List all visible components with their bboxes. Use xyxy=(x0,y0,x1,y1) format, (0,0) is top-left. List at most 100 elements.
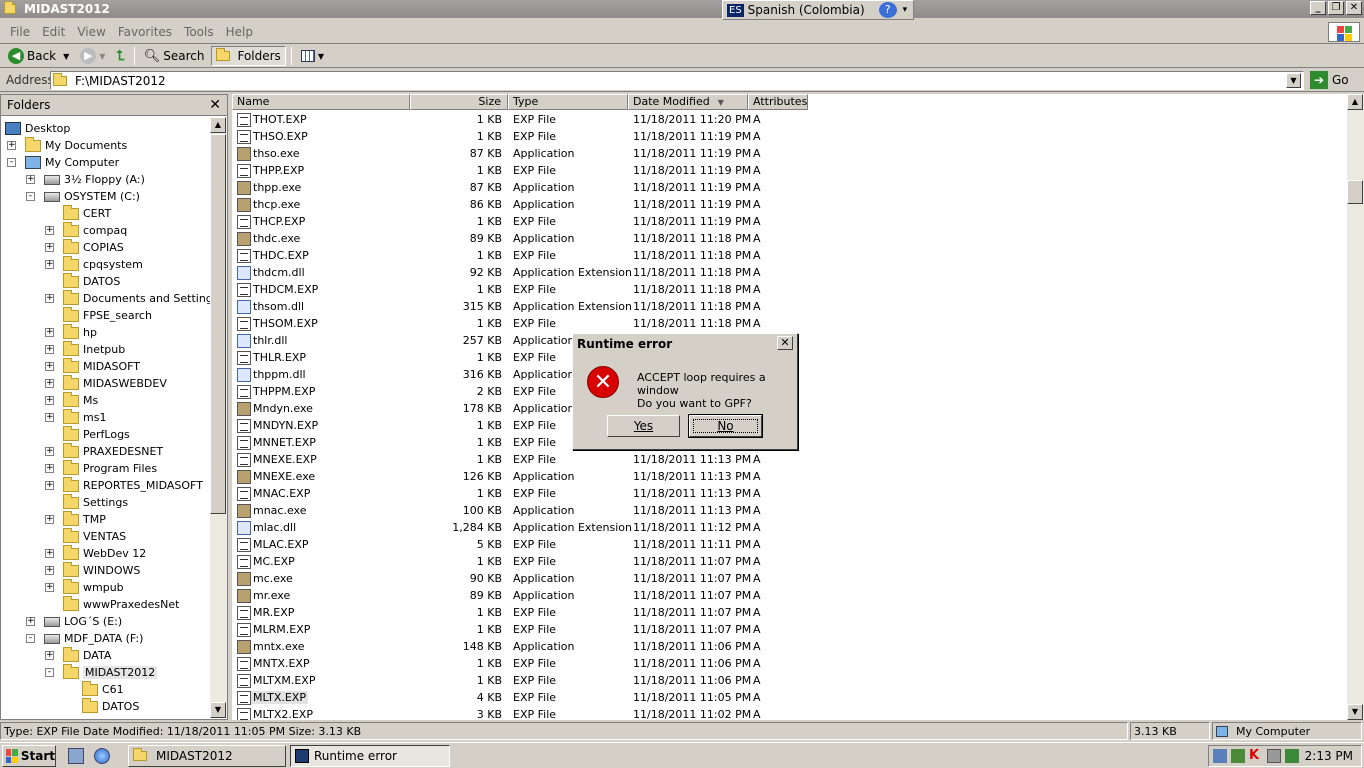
file-row[interactable]: MNEXE.exe 126 KB Application 11/18/2011 11:… xyxy=(232,468,1346,485)
tree-item[interactable]: + TMP xyxy=(45,510,106,528)
tree-item[interactable]: + Documents and Settings xyxy=(45,289,210,307)
file-row[interactable]: THPP.EXP 1 KB EXP File 11/18/2011 11:19 PM A xyxy=(232,162,1346,179)
close-button[interactable]: ✕ xyxy=(1346,1,1362,15)
file-row[interactable]: THSO.EXP 1 KB EXP File 11/18/2011 11:19 PM A xyxy=(232,128,1346,145)
back-dropdown-icon[interactable]: ▼ xyxy=(63,52,69,61)
folders-scrollbar[interactable]: ▲ ▼ xyxy=(210,117,227,718)
language-name[interactable]: Spanish (Colombia) xyxy=(748,3,865,17)
no-button[interactable]: No xyxy=(688,414,763,438)
file-row[interactable]: MNTX.EXP 1 KB EXP File 11/18/2011 11:06 PM A xyxy=(232,655,1346,672)
tree-item[interactable]: + MIDASOFT xyxy=(45,357,140,375)
tree-item[interactable]: - My Computer xyxy=(7,154,119,171)
views-button[interactable]: ▼ xyxy=(297,46,328,66)
file-row[interactable]: MR.EXP 1 KB EXP File 11/18/2011 11:07 PM A xyxy=(232,604,1346,621)
tree-item[interactable]: + cpqsystem xyxy=(45,255,143,273)
scroll-down-icon[interactable]: ▼ xyxy=(1347,704,1363,720)
expand-icon[interactable]: + xyxy=(45,243,54,252)
tree-item[interactable]: + compaq xyxy=(45,221,127,239)
file-row[interactable]: thdc.exe 89 KB Application 11/18/2011 11:18… xyxy=(232,230,1346,247)
collapse-icon[interactable]: - xyxy=(26,634,35,643)
tree-item[interactable]: +3½ Floppy (A:) xyxy=(26,171,145,188)
collapse-icon[interactable]: - xyxy=(7,158,16,167)
tree-item[interactable]: + My Documents xyxy=(7,136,127,154)
expand-icon[interactable]: + xyxy=(45,481,54,490)
back-button[interactable]: ◀ Back ▼ xyxy=(4,46,73,66)
file-row[interactable]: MLTXM.EXP 1 KB EXP File 11/18/2011 11:06 PM… xyxy=(232,672,1346,689)
menu-tools[interactable]: Tools xyxy=(178,25,220,39)
close-pane-icon[interactable]: ✕ xyxy=(209,97,221,113)
yes-button[interactable]: Yes xyxy=(607,415,680,437)
file-row[interactable]: THDC.EXP 1 KB EXP File 11/18/2011 11:18 PM A xyxy=(232,247,1346,264)
expand-icon[interactable]: + xyxy=(45,226,54,235)
expand-icon[interactable]: + xyxy=(45,583,54,592)
column-attributes[interactable]: Attributes xyxy=(748,94,808,110)
file-row[interactable]: THCP.EXP 1 KB EXP File 11/18/2011 11:19 PM A xyxy=(232,213,1346,230)
language-bar[interactable]: ES Spanish (Colombia) ? ▾ xyxy=(722,0,915,20)
menu-help[interactable]: Help xyxy=(220,25,259,39)
file-list-scrollbar[interactable]: ▲ ▼ xyxy=(1347,94,1364,720)
column-name[interactable]: Name xyxy=(232,94,410,110)
expand-icon[interactable]: + xyxy=(45,413,54,422)
file-row[interactable]: THSOM.EXP 1 KB EXP File 11/18/2011 11:18 PM… xyxy=(232,315,1346,332)
tree-item[interactable]: Settings xyxy=(63,493,128,511)
expand-icon[interactable]: + xyxy=(45,447,54,456)
scroll-thumb[interactable] xyxy=(210,134,226,514)
tree-item[interactable]: + Inetpub xyxy=(45,340,125,358)
forward-dropdown-icon[interactable]: ▼ xyxy=(99,52,105,61)
language-bar-options-icon[interactable]: ▾ xyxy=(903,5,908,15)
antivirus-icon[interactable]: K xyxy=(1249,749,1263,763)
file-row[interactable]: thso.exe 87 KB Application 11/18/2011 11:19… xyxy=(232,145,1346,162)
file-row[interactable]: THDCM.EXP 1 KB EXP File 11/18/2011 11:18 PM… xyxy=(232,281,1346,298)
language-code[interactable]: ES xyxy=(727,3,744,17)
expand-icon[interactable]: + xyxy=(45,396,54,405)
security-icon[interactable] xyxy=(1231,749,1245,763)
start-button[interactable]: Start xyxy=(2,745,56,767)
column-size[interactable]: Size xyxy=(410,94,508,110)
expand-icon[interactable]: + xyxy=(45,515,54,524)
file-row[interactable]: thdcm.dll 92 KB Application Extension 11/18… xyxy=(232,264,1346,281)
tree-item[interactable]: - MIDAST2012 xyxy=(45,663,158,681)
collapse-icon[interactable]: - xyxy=(26,192,35,201)
tree-item[interactable]: + hp xyxy=(45,323,97,341)
up-folder-button[interactable]: ⮤ xyxy=(112,46,128,66)
task-midast2012[interactable]: MIDAST2012 xyxy=(128,745,286,767)
collapse-icon[interactable]: - xyxy=(45,668,54,677)
tree-item[interactable]: + LOG´S (E:) xyxy=(26,613,122,630)
expand-icon[interactable]: + xyxy=(26,617,35,626)
go-button[interactable]: ➔ Go xyxy=(1310,71,1349,89)
scroll-down-icon[interactable]: ▼ xyxy=(210,702,226,718)
tree-item[interactable]: CERT xyxy=(63,204,111,222)
menu-edit[interactable]: Edit xyxy=(36,25,71,39)
tree-item[interactable]: + wmpub xyxy=(45,578,124,596)
quicklaunch-ie-icon[interactable] xyxy=(94,748,110,764)
expand-icon[interactable]: + xyxy=(7,141,16,150)
dialog-close-icon[interactable]: ✕ xyxy=(777,336,793,350)
minimize-button[interactable]: _ xyxy=(1310,1,1326,15)
tree-item[interactable]: VENTAS xyxy=(63,527,126,545)
file-row[interactable]: mnac.exe 100 KB Application 11/18/2011 11:1… xyxy=(232,502,1346,519)
address-input[interactable]: F:\MIDAST2012 ▼ xyxy=(50,71,1304,90)
tree-item[interactable]: PerfLogs xyxy=(63,425,130,443)
tree-item[interactable]: DATOS xyxy=(82,697,139,715)
file-row[interactable]: MC.EXP 1 KB EXP File 11/18/2011 11:07 PM A xyxy=(232,553,1346,570)
expand-icon[interactable]: + xyxy=(45,345,54,354)
tree-item[interactable]: + WebDev 12 xyxy=(45,544,146,562)
expand-icon[interactable]: + xyxy=(26,175,35,184)
expand-icon[interactable]: + xyxy=(45,566,54,575)
tree-item[interactable]: C61 xyxy=(82,680,124,698)
expand-icon[interactable]: + xyxy=(45,328,54,337)
tree-item[interactable]: Desktop xyxy=(5,120,70,137)
expand-icon[interactable]: + xyxy=(45,294,54,303)
tree-item[interactable]: + MIDASWEBDEV xyxy=(45,374,167,392)
tree-item[interactable]: + DATA xyxy=(45,646,111,664)
menu-favorites[interactable]: Favorites xyxy=(112,25,178,39)
file-row[interactable]: mc.exe 90 KB Application 11/18/2011 11:07 P… xyxy=(232,570,1346,587)
file-row[interactable]: THOT.EXP 1 KB EXP File 11/18/2011 11:20 PM A xyxy=(232,111,1346,128)
column-type[interactable]: Type xyxy=(508,94,628,110)
task-runtime-error[interactable]: Runtime error xyxy=(290,745,450,767)
scroll-up-icon[interactable]: ▲ xyxy=(1347,94,1363,110)
tree-item[interactable]: FPSE_search xyxy=(63,306,152,324)
expand-icon[interactable]: + xyxy=(45,651,54,660)
tree-item[interactable]: + WINDOWS xyxy=(45,561,140,579)
tree-item[interactable]: wwwPraxedesNet xyxy=(63,595,179,613)
